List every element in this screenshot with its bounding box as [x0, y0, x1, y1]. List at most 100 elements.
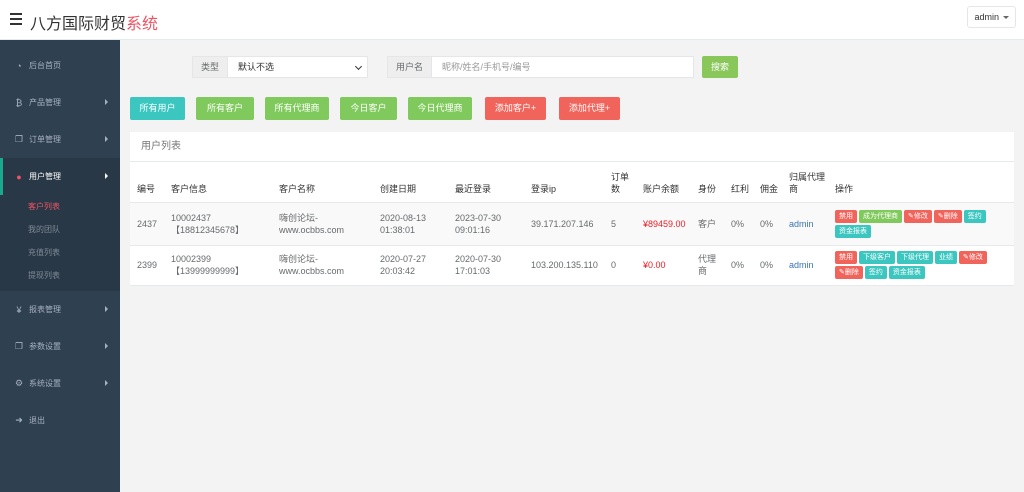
cell-role: 客户 — [691, 202, 724, 246]
sidebar-item-parameters[interactable]: ❐ 参数设置 — [0, 328, 120, 365]
sign-contract-button[interactable]: 签约 — [864, 266, 887, 279]
users-submenu: 客户列表 我的团队 充值列表 提现列表 — [0, 195, 120, 291]
type-select[interactable]: 默认不选 — [228, 56, 369, 78]
sidebar-item-label: 退出 — [29, 416, 45, 425]
submenu-recharge-list[interactable]: 充值列表 — [0, 241, 120, 264]
fund-report-button[interactable]: 资金报表 — [835, 224, 871, 238]
main-content: 类型 默认不选 用户名 昵称/姓名/手机号/编号 搜索 所有用户 所有客户 所有… — [120, 40, 1024, 492]
sidebar-item-label: 订单管理 — [29, 135, 61, 144]
sidebar-item-orders[interactable]: ❐ 订单管理 — [0, 121, 120, 158]
all-agents-button[interactable]: 所有代理商 — [265, 97, 329, 120]
sidebar-item-dashboard[interactable]: ◔ 后台首页 — [0, 47, 120, 84]
sidebar-item-reports[interactable]: ¥ 报表管理 — [0, 291, 120, 328]
today-customers-button[interactable]: 今日客户 — [340, 97, 397, 120]
all-customers-button[interactable]: 所有客户 — [196, 97, 254, 120]
today-agents-button[interactable]: 今日代理商 — [408, 97, 472, 120]
user-list-panel: 用户列表 编号 客户信息 客户名称 创建日期 最近登录 登录ip 订单数 账户余… — [130, 132, 1014, 286]
cell-created: 2020-08-13 01:38:01 — [373, 202, 448, 246]
table-row: 2437 10002437 【18812345678】 嗨创论坛-www.ocbb… — [130, 202, 1014, 246]
submenu-my-team[interactable]: 我的团队 — [0, 218, 120, 241]
col-orders: 订单数 — [604, 162, 636, 203]
chevron-right-icon — [105, 173, 108, 179]
caret-down-icon — [1003, 16, 1009, 20]
cell-customer-name: 嗨创论坛-www.ocbbs.com — [272, 245, 373, 286]
add-agent-button[interactable]: 添加代理+ — [559, 97, 620, 120]
chevron-right-icon — [105, 380, 108, 386]
col-role: 身份 — [691, 162, 724, 203]
cell-bonus: 0% — [724, 202, 753, 246]
performance-button[interactable]: 业绩 — [935, 251, 957, 264]
name-line2: www.ocbbs.com — [279, 266, 345, 276]
sidebar-item-users[interactable]: ● 用户管理 — [0, 158, 120, 195]
cell-balance: ¥89459.00 — [636, 202, 691, 246]
bitcoin-icon: ₿ — [15, 97, 23, 108]
chevron-right-icon — [105, 136, 108, 142]
cell-agent[interactable]: admin — [782, 245, 828, 286]
cell-customer-info: 10002399 【13999999999】 — [164, 245, 272, 286]
col-customer-name: 客户名称 — [272, 162, 373, 203]
make-agent-button[interactable]: 成为代理商 — [859, 209, 902, 223]
info-phone: 【13999999999】 — [171, 266, 245, 276]
created-time: 20:03:42 — [380, 266, 416, 276]
search-button[interactable]: 搜索 — [702, 56, 738, 78]
col-customer-info: 客户信息 — [164, 162, 272, 203]
brand-title: 八方国际财贸系统 — [30, 10, 158, 34]
username-input[interactable]: 昵称/姓名/手机号/编号 — [432, 56, 695, 78]
col-bonus: 红利 — [724, 162, 753, 203]
sub-customers-button[interactable]: 下级客户 — [859, 251, 895, 264]
cell-bonus: 0% — [724, 245, 753, 286]
username-filter: 用户名 昵称/姓名/手机号/编号 — [387, 56, 695, 78]
add-customer-button[interactable]: 添加客户+ — [485, 97, 546, 120]
cell-agent[interactable]: admin — [782, 202, 828, 246]
fund-report-button[interactable]: 资金报表 — [888, 266, 925, 279]
cell-commission: 0% — [753, 202, 782, 246]
submenu-customer-list[interactable]: 客户列表 — [0, 195, 120, 218]
chevron-right-icon — [105, 306, 108, 312]
cell-actions: 禁用 下级客户 下级代理 业绩 ✎修改 ✎删除 签约 资金报表 — [828, 245, 1014, 286]
sub-agents-button[interactable]: 下级代理 — [897, 251, 933, 264]
info-code: 10002399 — [171, 254, 212, 264]
col-balance: 账户余额 — [636, 162, 691, 203]
type-select-value: 默认不选 — [238, 62, 275, 72]
sign-out-icon: ➜ — [15, 415, 23, 425]
chevron-down-icon — [354, 62, 363, 71]
edit-button[interactable]: ✎修改 — [904, 209, 932, 223]
chevron-right-icon — [105, 343, 108, 349]
hamburger-menu-icon[interactable] — [10, 13, 22, 25]
type-filter: 类型 默认不选 — [192, 56, 369, 78]
cell-orders: 0 — [604, 245, 636, 286]
name-line1: 嗨创论坛- — [279, 254, 318, 264]
delete-button[interactable]: ✎删除 — [835, 266, 863, 279]
sidebar-item-products[interactable]: ₿ 产品管理 — [0, 84, 120, 121]
user-name: admin — [974, 12, 999, 22]
col-last-login: 最近登录 — [448, 162, 524, 203]
copy-icon: ❐ — [14, 134, 24, 144]
cell-customer-name: 嗨创论坛-www.ocbbs.com — [272, 202, 373, 246]
disable-button[interactable]: 禁用 — [835, 209, 857, 223]
col-agent: 归属代理商 — [782, 162, 828, 203]
user-icon: ● — [16, 171, 22, 182]
sidebar-item-label: 参数设置 — [29, 342, 61, 351]
submenu-withdraw-list[interactable]: 提现列表 — [0, 264, 120, 287]
sidebar-item-system[interactable]: ⚙ 系统设置 — [0, 365, 120, 402]
brand-main: 八方国际财贸 — [30, 14, 127, 33]
yen-icon: ¥ — [16, 304, 22, 315]
username-label: 用户名 — [387, 56, 433, 78]
cell-id: 2437 — [130, 202, 164, 246]
user-table: 编号 客户信息 客户名称 创建日期 最近登录 登录ip 订单数 账户余额 身份 … — [130, 162, 1014, 286]
edit-button[interactable]: ✎修改 — [959, 251, 987, 264]
sidebar-item-label: 系统设置 — [29, 379, 61, 388]
login-date: 2020-07-30 — [455, 254, 502, 264]
sidebar-item-label: 报表管理 — [29, 305, 61, 314]
disable-button[interactable]: 禁用 — [835, 251, 857, 264]
cell-role: 代理商 — [691, 245, 724, 286]
sidebar-item-logout[interactable]: ➜ 退出 — [0, 402, 120, 439]
cell-balance: ¥0.00 — [636, 245, 691, 286]
delete-button[interactable]: ✎删除 — [933, 209, 962, 223]
login-time: 17:01:03 — [455, 266, 491, 276]
user-dropdown[interactable]: admin — [967, 6, 1016, 28]
sign-contract-button[interactable]: 签约 — [963, 209, 986, 223]
name-line1: 嗨创论坛- — [279, 212, 318, 223]
brand-accent: 系统 — [126, 14, 159, 33]
all-users-button[interactable]: 所有用户 — [130, 97, 185, 120]
